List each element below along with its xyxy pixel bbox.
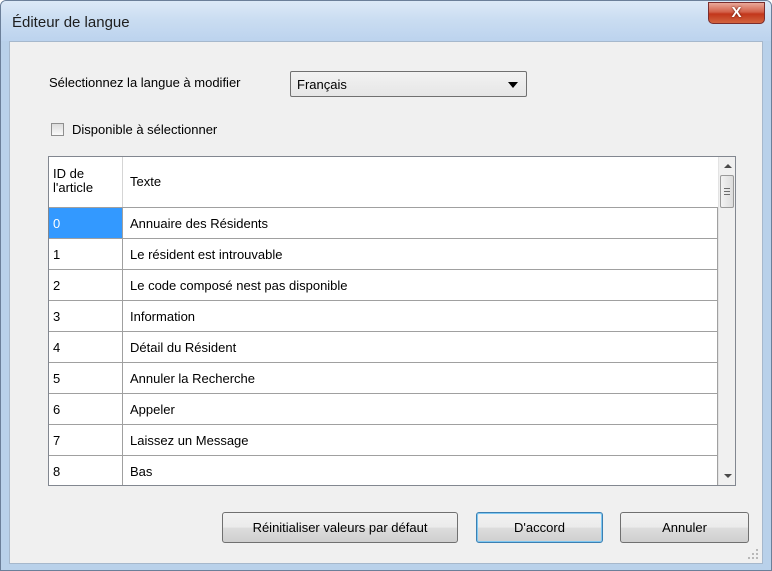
scrollbar-thumb[interactable] — [720, 175, 734, 208]
cell-text-value: Information — [130, 309, 196, 324]
close-button[interactable]: X — [708, 2, 765, 24]
dialog-body: Sélectionnez la langue à modifier França… — [9, 41, 763, 564]
cell-text[interactable]: Annuler la Recherche — [123, 363, 718, 394]
cell-text[interactable]: Le résident est introuvable — [123, 239, 718, 270]
column-header-text[interactable]: Texte — [123, 157, 718, 207]
cell-id-value: 2 — [53, 278, 61, 293]
table-row[interactable]: 0 Annuaire des Résidents — [49, 208, 718, 239]
cell-text[interactable]: Laissez un Message — [123, 425, 718, 456]
title-bar[interactable]: Éditeur de langue X — [1, 1, 771, 41]
cell-id[interactable]: 7 — [49, 425, 123, 456]
table-row[interactable]: 6 Appeler — [49, 394, 718, 425]
available-checkbox[interactable] — [51, 123, 64, 136]
table-row[interactable]: 7 Laissez un Message — [49, 425, 718, 456]
cell-id[interactable]: 4 — [49, 332, 123, 363]
reset-defaults-button[interactable]: Réinitialiser valeurs par défaut — [222, 512, 458, 543]
cell-id[interactable]: 3 — [49, 301, 123, 332]
cell-id[interactable]: 6 — [49, 394, 123, 425]
resize-grip-icon[interactable] — [748, 549, 758, 559]
cell-id[interactable]: 1 — [49, 239, 123, 270]
cell-id[interactable]: 8 — [49, 456, 123, 485]
column-header-id[interactable]: ID de l'article — [49, 157, 123, 207]
cell-text-value: Appeler — [130, 402, 175, 417]
chevron-up-icon — [724, 164, 732, 168]
cell-id-value: 0 — [53, 216, 61, 231]
available-checkbox-label[interactable]: Disponible à sélectionner — [72, 122, 217, 137]
cell-text-value: Annuler la Recherche — [130, 371, 256, 386]
cancel-button[interactable]: Annuler — [620, 512, 749, 543]
scroll-up-button[interactable] — [719, 157, 735, 174]
table-row[interactable]: 5 Annuler la Recherche — [49, 363, 718, 394]
cell-id-value: 3 — [53, 309, 61, 324]
table-row[interactable]: 4 Détail du Résident — [49, 332, 718, 363]
translations-grid: ID de l'article Texte 0 Annuaire des Résid… — [48, 156, 736, 486]
column-header-text-label: Texte — [130, 174, 162, 189]
language-dropdown[interactable]: Français — [290, 71, 527, 97]
window-title: Éditeur de langue — [12, 14, 130, 31]
cell-id-value: 8 — [53, 464, 61, 479]
grid-header: ID de l'article Texte — [49, 157, 718, 208]
cell-text[interactable]: Le code composé nest pas disponible — [123, 270, 718, 301]
cell-id-value: 5 — [53, 371, 61, 386]
cell-text[interactable]: Détail du Résident — [123, 332, 718, 363]
table-row[interactable]: 1 Le résident est introuvable — [49, 239, 718, 270]
cell-text-value: Détail du Résident — [130, 340, 237, 355]
scroll-down-button[interactable] — [719, 468, 735, 485]
table-row[interactable]: 2 Le code composé nest pas disponible — [49, 270, 718, 301]
table-row[interactable]: 8 Bas — [49, 456, 718, 485]
cell-text-value: Le résident est introuvable — [130, 247, 283, 262]
cell-id-value: 6 — [53, 402, 61, 417]
cell-text-value: Laissez un Message — [130, 433, 249, 448]
table-row[interactable]: 3 Information — [49, 301, 718, 332]
ok-button[interactable]: D'accord — [476, 512, 603, 543]
cell-id[interactable]: 0 — [49, 208, 123, 239]
chevron-down-icon — [508, 82, 518, 88]
cell-text[interactable]: Information — [123, 301, 718, 332]
cell-text-value: Bas — [130, 464, 153, 479]
chevron-down-icon — [724, 474, 732, 478]
cell-text[interactable]: Annuaire des Résidents — [123, 208, 718, 239]
cell-text[interactable]: Appeler — [123, 394, 718, 425]
cell-text[interactable]: Bas — [123, 456, 718, 485]
cell-id[interactable]: 2 — [49, 270, 123, 301]
close-icon: X — [731, 4, 742, 21]
language-select-label: Sélectionnez la langue à modifier — [49, 75, 241, 90]
language-editor-window: Éditeur de langue X Sélectionnez la lang… — [0, 0, 772, 571]
language-dropdown-value: Français — [297, 77, 347, 92]
cell-id[interactable]: 5 — [49, 363, 123, 394]
cell-text-value: Le code composé nest pas disponible — [130, 278, 348, 293]
cell-id-value: 7 — [53, 433, 61, 448]
cell-id-value: 4 — [53, 340, 61, 355]
cell-id-value: 1 — [53, 247, 61, 262]
vertical-scrollbar[interactable] — [718, 157, 735, 485]
column-header-id-label: ID de l'article — [53, 166, 94, 195]
cell-text-value: Annuaire des Résidents — [130, 216, 269, 231]
